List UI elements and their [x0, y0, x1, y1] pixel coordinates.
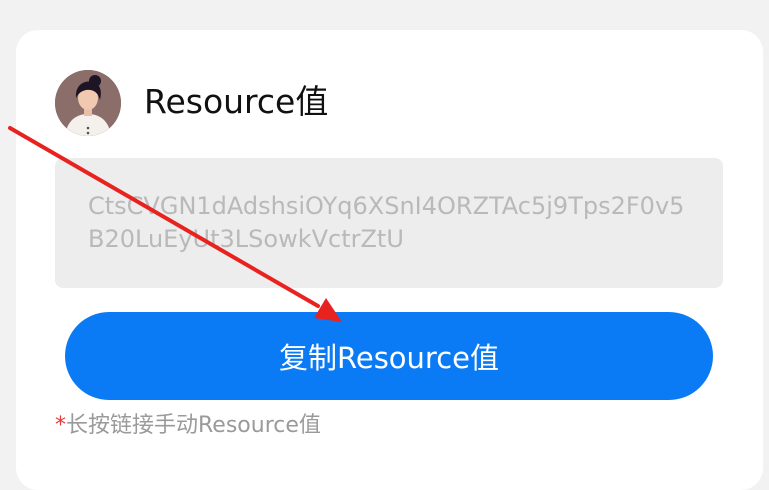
copy-resource-button[interactable]: 复制Resource值	[65, 312, 713, 400]
token-value[interactable]: CtsCVGN1dAdshsiOYq6XSnI4ORZTAc5j9Tps2F0v…	[88, 190, 693, 256]
hint-text: 长按链接手动Resource值	[66, 413, 321, 438]
page-title: Resource值	[144, 82, 329, 121]
token-display[interactable]: CtsCVGN1dAdshsiOYq6XSnI4ORZTAc5j9Tps2F0v…	[55, 158, 723, 288]
required-star: *	[55, 413, 66, 438]
manual-copy-hint: *长按链接手动Resource值	[55, 411, 321, 441]
user-avatar-icon	[55, 70, 121, 136]
